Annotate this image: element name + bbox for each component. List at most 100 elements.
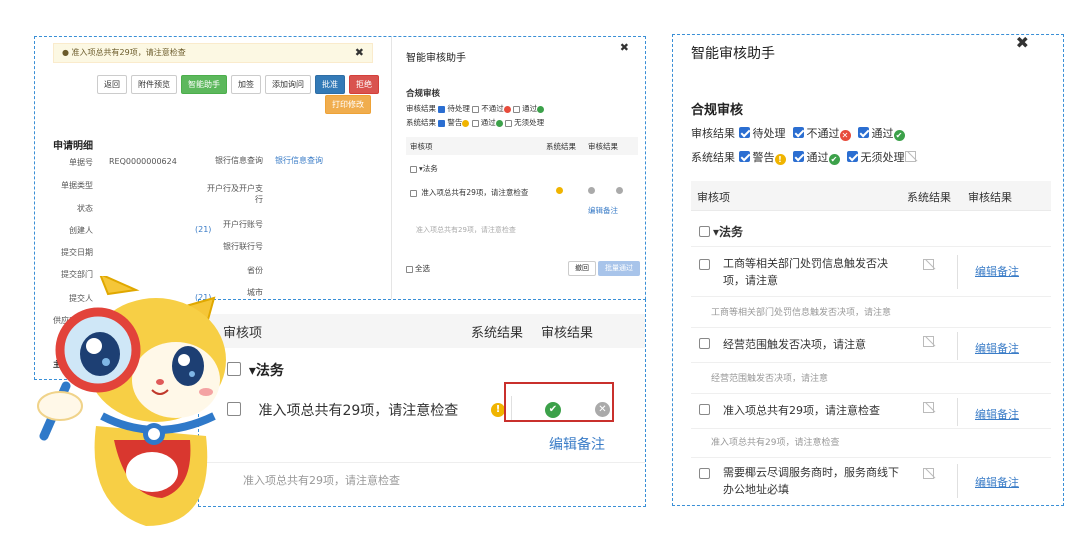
not-applicable-icon [923, 259, 934, 270]
table-row: 准入项总共有29项，请注意检查 [227, 400, 458, 420]
close-icon[interactable]: ✖ [620, 41, 629, 54]
divider [957, 255, 958, 289]
field-label: 开户行及开户支行 [207, 184, 263, 204]
section-title: 申请明细 [53, 141, 93, 152]
approve-button[interactable]: 批准 [315, 75, 345, 94]
smart-assistant-button[interactable]: 智能助手 [181, 75, 227, 94]
table-row: 工商等相关部门处罚信息触发否决项，请注意 编辑备注 [691, 249, 1051, 297]
table-header: 审核项 系统结果 审核结果 [691, 181, 1051, 211]
back-button[interactable]: 返回 [97, 75, 127, 94]
divider [957, 398, 958, 426]
checkbox[interactable] [699, 338, 710, 349]
checkbox[interactable] [792, 151, 804, 162]
field-label: 开户行账号 [223, 220, 263, 229]
attachment-preview-button[interactable]: 附件预览 [131, 75, 177, 94]
edit-note-link[interactable]: 编辑备注 [975, 340, 1019, 356]
field-label: 银行信息查询 [215, 156, 263, 165]
not-applicable-icon [923, 468, 934, 479]
panel-title: 智能审核助手 [406, 53, 466, 64]
option-label: 不通过 [806, 127, 840, 140]
add-inquiry-button[interactable]: 添加询问 [265, 75, 311, 94]
checkbox[interactable] [738, 127, 750, 138]
bank-query-link[interactable]: 银行信息查询 [275, 155, 323, 166]
checkbox[interactable] [471, 119, 479, 127]
pass-toggle-icon[interactable] [588, 187, 595, 194]
table-row: 准入项总共有29项，请注意检查 编辑备注 [691, 393, 1051, 429]
cat-mascot-illustration [37, 276, 226, 526]
checkbox[interactable] [699, 404, 710, 415]
close-circle-icon[interactable]: ✕ [595, 402, 610, 417]
check-circle-icon[interactable]: ✔ [545, 402, 561, 418]
not-applicable-icon [904, 151, 916, 162]
field-label: 单据号 [69, 158, 93, 167]
divider [957, 332, 958, 360]
item-text: 准入项总共有29项，请注意检查 [421, 188, 529, 197]
checkbox[interactable] [699, 259, 710, 270]
edit-note-link[interactable]: 编辑备注 [975, 474, 1019, 490]
row-note: 准入项总共有29项，请注意检查 [416, 226, 516, 234]
edit-note-link[interactable]: 编辑备注 [588, 205, 618, 216]
option-label: 无须处理 [514, 118, 545, 127]
table-header: 审核项 系统结果 审核结果 [406, 137, 638, 155]
pass-icon: ✔ [828, 154, 840, 165]
toolbar: 返回 附件预览 智能助手 加签 添加询问 批准 拒绝 [97, 75, 379, 94]
not-applicable-icon [923, 402, 934, 413]
checkbox[interactable] [846, 151, 858, 162]
warning-icon [462, 119, 470, 127]
option-label: 待处理 [752, 127, 786, 140]
table-row: 经营范围触发否决项，请注意 编辑备注 [691, 327, 1051, 363]
field-value: REQ0000000624 [109, 157, 177, 166]
option-label: 通过 [522, 104, 538, 113]
checkbox[interactable] [410, 189, 417, 197]
edit-note-link[interactable]: 编辑备注 [975, 263, 1019, 279]
close-icon[interactable]: ✖ [1016, 35, 1029, 52]
table-row: 需要椰云尽调服务商时，服务商线下办公地址必填 编辑备注 [691, 457, 1051, 505]
reject-button[interactable]: 拒绝 [349, 75, 379, 94]
option-label: 通过 [871, 127, 894, 140]
checkbox[interactable] [410, 165, 417, 173]
checkbox[interactable] [738, 151, 750, 162]
option-label: 通过 [806, 151, 829, 164]
warning-icon: ● [62, 48, 72, 57]
checkbox[interactable] [438, 119, 446, 127]
select-all[interactable]: 全选 [406, 263, 430, 274]
group-row[interactable]: ▾法务 [410, 163, 438, 174]
divider [957, 464, 958, 498]
edit-note-link[interactable]: 编辑备注 [549, 434, 605, 454]
select-all-label: 全选 [415, 264, 430, 273]
undo-button[interactable]: 撤回 [568, 261, 596, 276]
checkbox[interactable] [699, 468, 710, 479]
add-sign-button[interactable]: 加签 [231, 75, 261, 94]
field-label: 单据类型 [61, 181, 93, 190]
checkbox[interactable] [505, 119, 513, 127]
table-row: 准入项总共有29项，请注意检查 [410, 187, 528, 198]
checkbox[interactable] [513, 105, 521, 113]
item-text: 工商等相关部门处罚信息触发否决项，请注意 [723, 257, 888, 287]
checkbox[interactable] [438, 105, 446, 113]
checkbox[interactable] [699, 226, 710, 237]
field-label: 银行联行号 [223, 242, 263, 251]
fail-icon [503, 105, 511, 113]
divider [199, 462, 645, 463]
edit-note-link[interactable]: 编辑备注 [975, 406, 1019, 422]
col-header: 审核项 [697, 191, 730, 204]
warning-icon: ! [774, 154, 786, 165]
close-icon[interactable]: ✖ [355, 44, 364, 62]
batch-pass-button[interactable]: 批量通过 [598, 261, 640, 276]
checkbox[interactable] [857, 127, 869, 138]
checkbox[interactable] [406, 265, 413, 273]
item-text: 准入项总共有29项，请注意检查 [258, 403, 459, 419]
col-header: 审核结果 [541, 326, 594, 341]
group-row[interactable]: ▾法务 [691, 213, 1051, 247]
col-header: 系统结果 [907, 191, 951, 204]
item-text: 准入项总共有29项，请注意检查 [723, 404, 880, 417]
print-button[interactable]: 打印修改 [325, 95, 371, 114]
row-note: 准入项总共有29项，请注意检查 [711, 438, 840, 448]
field-label: 省份 [247, 266, 263, 275]
close-circle-icon[interactable] [616, 187, 623, 194]
checkbox[interactable] [792, 127, 804, 138]
group-label: 法务 [422, 164, 438, 173]
checkbox[interactable] [472, 105, 480, 113]
col-header: 审核结果 [968, 191, 1012, 204]
panel-title: 智能审核助手 [691, 46, 775, 62]
